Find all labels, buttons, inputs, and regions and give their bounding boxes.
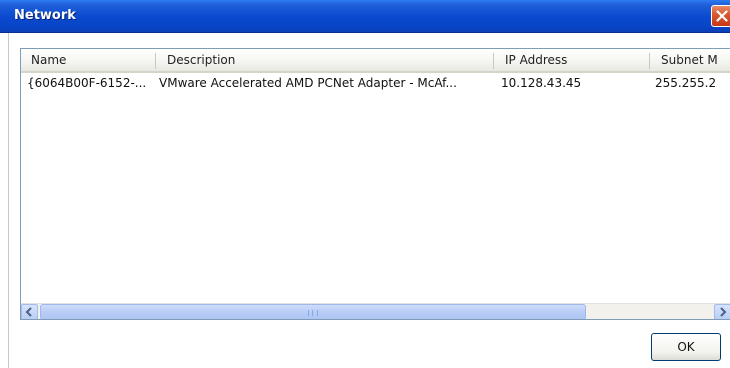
chevron-right-icon <box>720 307 727 317</box>
column-header-description[interactable]: Description <box>157 49 493 71</box>
title-bar[interactable]: Network <box>0 0 730 33</box>
network-adapter-list[interactable]: Name Description IP Address Subnet M {60… <box>20 48 730 320</box>
cell-description: VMware Accelerated AMD PCNet Adapter - M… <box>159 76 457 90</box>
window-title: Network <box>14 8 76 23</box>
column-header-ip-address[interactable]: IP Address <box>495 49 649 71</box>
scroll-grip <box>308 310 318 316</box>
network-window: Network Name Description IP Address Subn… <box>0 0 730 368</box>
column-header-name[interactable]: Name <box>21 49 155 71</box>
chevron-left-icon <box>25 307 32 317</box>
ok-button[interactable]: OK <box>651 333 721 361</box>
table-row[interactable]: {6064B00F-6152-... VMware Accelerated AM… <box>21 73 730 93</box>
window-left-border <box>0 0 9 368</box>
column-header-subnet-mask[interactable]: Subnet M <box>651 49 730 71</box>
cell-name: {6064B00F-6152-... <box>27 76 147 90</box>
cell-ip-address: 10.128.43.45 <box>501 76 582 90</box>
scroll-left-button[interactable] <box>21 304 38 319</box>
horizontal-scrollbar[interactable] <box>21 303 730 319</box>
scroll-right-button[interactable] <box>714 304 730 319</box>
close-icon <box>716 10 728 22</box>
column-separator[interactable] <box>649 53 650 69</box>
column-separator[interactable] <box>493 53 494 69</box>
scroll-thumb[interactable] <box>40 304 586 319</box>
column-separator[interactable] <box>155 53 156 69</box>
close-button[interactable] <box>711 5 730 27</box>
cell-subnet-mask: 255.255.2 <box>655 76 717 90</box>
list-header: Name Description IP Address Subnet M <box>21 49 730 73</box>
